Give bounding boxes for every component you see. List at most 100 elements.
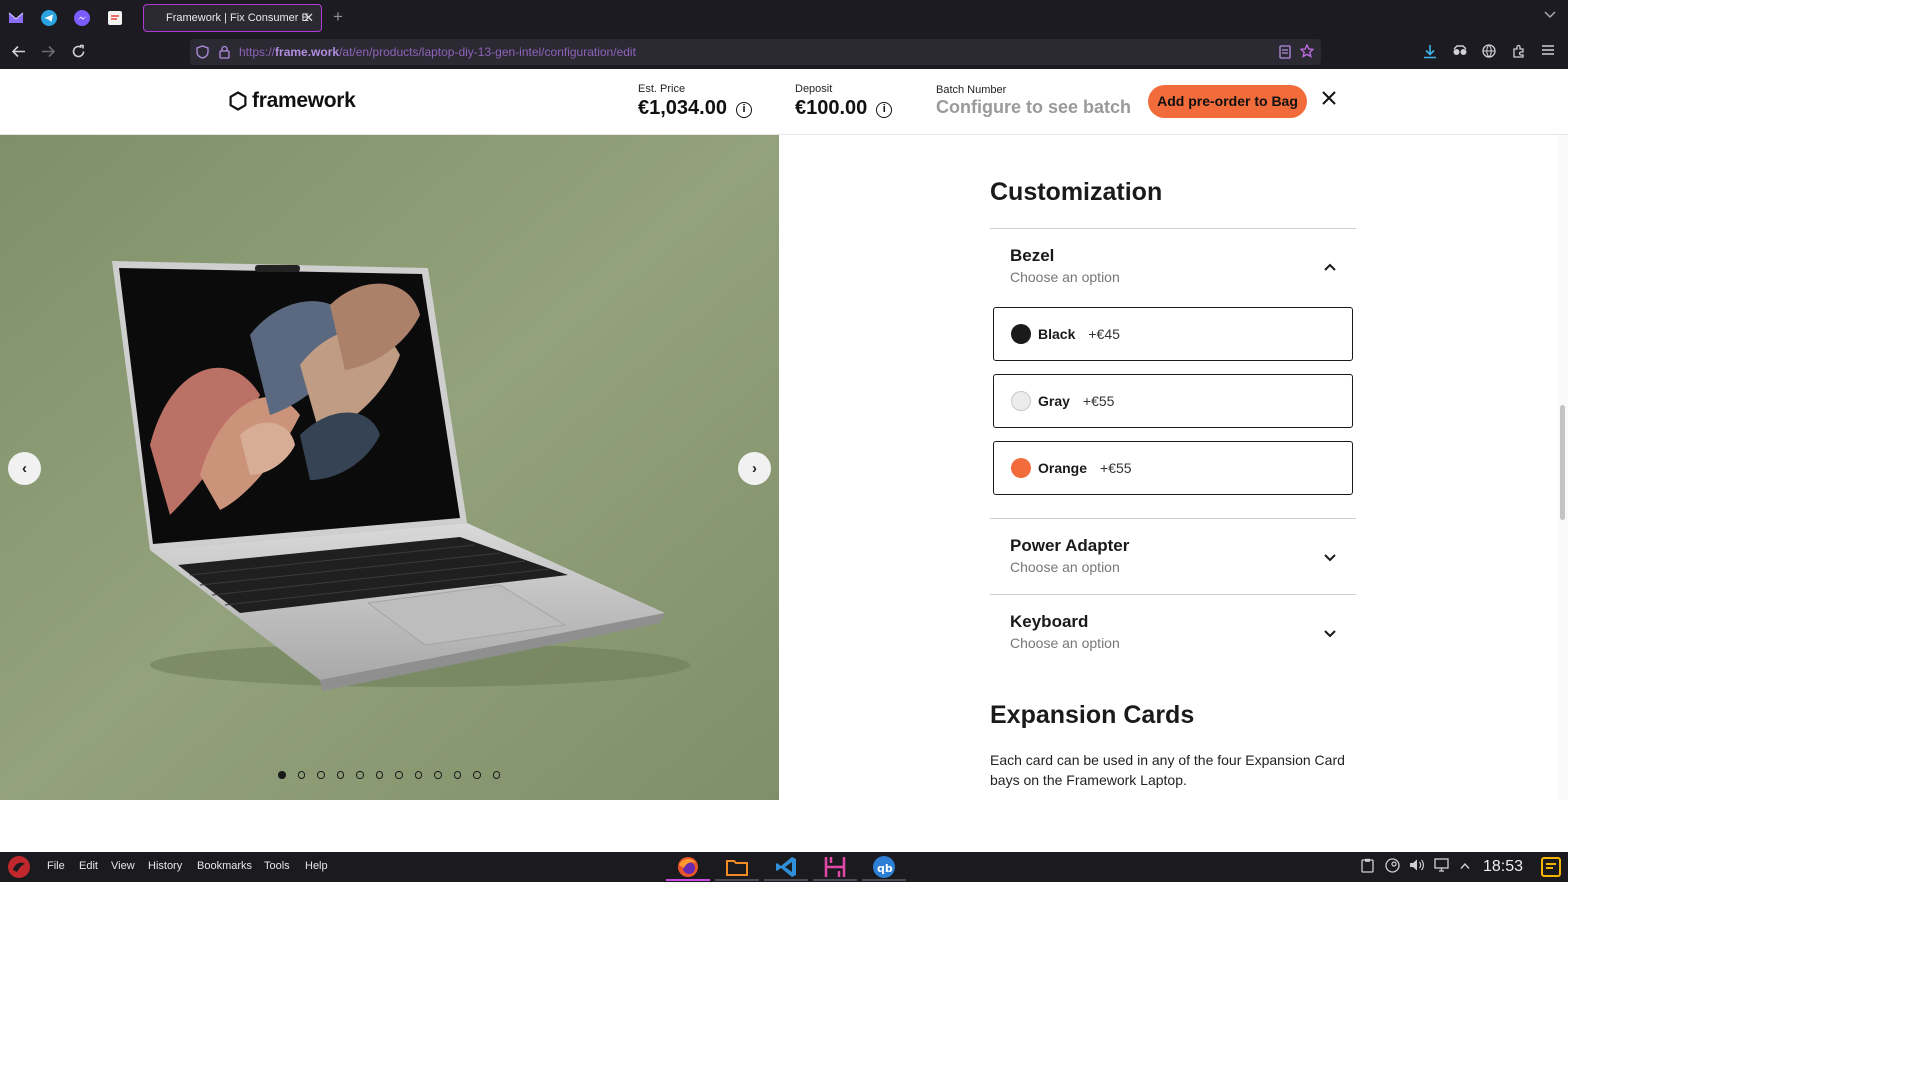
os-taskbar: File Edit View History Bookmarks Tools H… [0,852,1568,882]
bezel-option-gray[interactable]: Gray +€55 [993,374,1353,428]
reload-icon[interactable] [71,44,86,63]
gallery-dot[interactable] [492,771,500,779]
reader-view-icon[interactable] [1279,45,1291,64]
expansion-cards-description: Each card can be used in any of the four… [990,752,1345,788]
laptop-product-image [0,135,779,800]
option-name: Gray [1038,393,1070,409]
svg-text:qb: qb [877,862,893,875]
menu-edit[interactable]: Edit [79,860,98,872]
batch-number-value: Configure to see batch [936,97,1132,117]
black-swatch [1011,324,1031,344]
notes-widget-icon[interactable] [1541,857,1561,882]
bezel-option-black[interactable]: Black +€45 [993,307,1353,361]
bookmark-star-icon[interactable] [1299,43,1315,63]
est-price-value: €1,034.00 i [638,97,752,120]
gallery-prev-button[interactable]: ‹ [8,452,41,485]
system-clock[interactable]: 18:53 [1483,858,1523,876]
firefox-icon[interactable] [676,855,700,879]
volume-icon[interactable] [1409,858,1425,875]
menu-file[interactable]: File [47,860,65,872]
scrollbar-thumb[interactable] [1560,405,1565,520]
gallery-dot[interactable] [278,771,286,779]
chevron-down-icon[interactable] [1324,626,1336,641]
browser-tab-bar: Framework | Fix Consumer E ✕ + [0,0,1568,36]
vscodium-icon[interactable] [774,855,798,879]
page-scrollbar[interactable] [1558,135,1568,800]
hamburger-menu-icon[interactable] [1541,44,1555,60]
close-configurator-icon[interactable] [1320,89,1338,111]
extensions-icon[interactable] [1512,44,1526,62]
network-icon[interactable] [1434,858,1449,875]
tab-list-chevron-icon[interactable] [1544,8,1556,22]
option-price: +€55 [1100,460,1132,476]
clipboard-icon[interactable] [1361,858,1374,876]
gallery-dot[interactable] [336,771,344,779]
downloads-icon[interactable] [1423,44,1437,63]
divider [990,228,1356,229]
gallery-dot[interactable] [356,771,364,779]
gallery-dot[interactable] [453,771,461,779]
app-indicator [813,879,857,881]
hyper-terminal-icon[interactable] [823,855,847,879]
new-tab-icon[interactable]: + [333,7,343,27]
deposit-info-icon[interactable]: i [876,102,893,118]
gallery-dot[interactable] [317,771,325,779]
gray-swatch [1011,391,1031,411]
active-app-indicator [666,879,710,881]
est-price-label: Est. Price [638,83,686,95]
power-adapter-subtitle: Choose an option [1010,559,1120,575]
gallery-dot[interactable] [297,771,305,779]
url-text: https://frame.work/at/en/products/laptop… [239,45,636,59]
browser-nav-bar: https://frame.work/at/en/products/laptop… [0,36,1568,69]
menu-tools[interactable]: Tools [264,860,290,872]
proton-mail-icon[interactable] [7,9,25,27]
customization-heading: Customization [990,178,1163,206]
gallery-dot[interactable] [414,771,422,779]
app-indicator [764,879,808,881]
product-gallery: ‹ › [0,135,779,800]
tray-expand-chevron-icon[interactable] [1460,858,1470,873]
gallery-dot[interactable] [395,771,403,779]
bookmark-app-icon[interactable] [106,9,124,27]
batch-number-label: Batch Number [936,84,1007,96]
padlock-icon[interactable] [219,45,230,64]
menu-view[interactable]: View [111,860,135,872]
option-name: Orange [1038,460,1088,476]
add-pre-order-button[interactable]: Add pre-order to Bag [1148,85,1307,118]
start-menu-icon[interactable] [7,855,31,884]
steam-icon[interactable] [1385,858,1400,876]
tab-framework[interactable]: Framework | Fix Consumer E ✕ [143,4,322,32]
back-icon[interactable] [11,44,26,63]
option-name: Black [1038,326,1076,342]
gallery-next-button[interactable]: › [738,452,771,485]
qbittorrent-icon[interactable]: qb [872,855,896,879]
gallery-dot[interactable] [434,771,442,779]
chevron-up-icon[interactable] [1324,259,1336,274]
menu-help[interactable]: Help [305,860,328,872]
url-bar[interactable]: https://frame.work/at/en/products/laptop… [190,39,1321,65]
forward-icon[interactable] [41,44,56,63]
framework-gear-icon [229,91,247,111]
menu-bookmarks[interactable]: Bookmarks [197,860,252,872]
orange-swatch [1011,458,1031,478]
framework-logo[interactable]: framework [228,89,356,113]
telegram-icon[interactable] [40,9,58,27]
option-price: +€55 [1082,393,1115,409]
private-mask-icon[interactable] [1452,44,1468,62]
tracking-shield-icon[interactable] [196,45,209,64]
gallery-dot[interactable] [473,771,481,779]
tab-close-icon[interactable]: ✕ [303,10,314,26]
bezel-subtitle: Choose an option [1010,269,1120,285]
menu-history[interactable]: History [148,860,182,872]
power-adapter-title: Power Adapter [1010,536,1130,555]
globe-icon[interactable] [1482,44,1496,62]
messenger-icon[interactable] [73,9,91,27]
file-manager-icon[interactable] [725,855,749,879]
option-price: +€45 [1088,326,1120,342]
keyboard-subtitle: Choose an option [1010,635,1120,651]
gallery-pagination [278,771,500,779]
bezel-option-orange[interactable]: Orange +€55 [993,441,1353,495]
est-price-info-icon[interactable]: i [735,102,752,118]
chevron-down-icon[interactable] [1324,550,1336,565]
gallery-dot[interactable] [375,771,383,779]
